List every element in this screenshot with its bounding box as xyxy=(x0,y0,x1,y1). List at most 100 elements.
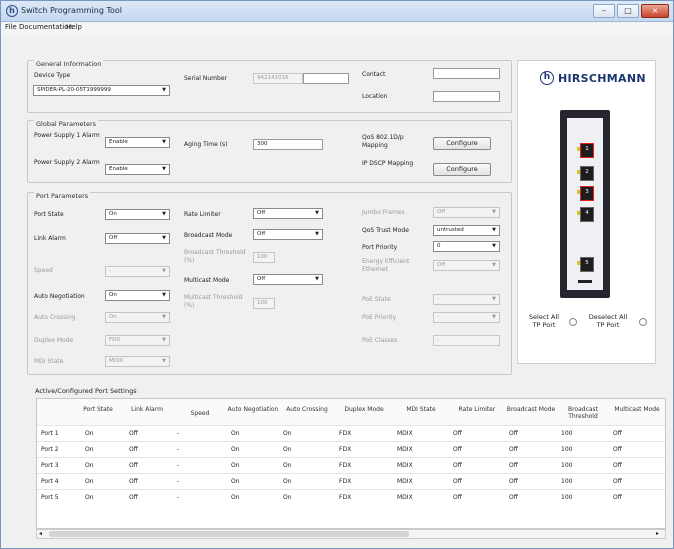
energy-efficient-ethernet-label: Energy Efficient Ethernet xyxy=(362,258,410,273)
table-cell: On xyxy=(85,462,94,469)
power-supply-1-select[interactable]: Enable ▼ xyxy=(105,137,170,148)
scroll-left-icon[interactable]: ◂ xyxy=(39,530,42,537)
contact-field[interactable] xyxy=(433,68,500,79)
table-cell: Off xyxy=(613,462,622,469)
broadcast-mode-select[interactable]: Off ▼ xyxy=(253,229,323,240)
chevron-down-icon: ▼ xyxy=(315,210,319,216)
table-cell: Off xyxy=(509,446,518,453)
led-indicator xyxy=(577,211,580,215)
table-cell: On xyxy=(283,494,292,501)
chevron-down-icon: ▼ xyxy=(162,358,166,364)
port-state-select[interactable]: On ▼ xyxy=(105,209,170,220)
table-cell: FDX xyxy=(339,494,352,501)
serial-number-extra-field[interactable] xyxy=(303,73,349,84)
table-cell: On xyxy=(231,494,240,501)
table-row[interactable]: Port 5 On Off - On On FDX MDIX Off Off 100 Off xyxy=(37,489,665,505)
table-cell: On xyxy=(85,430,94,437)
chevron-down-icon: ▼ xyxy=(315,276,319,282)
horizontal-scrollbar[interactable]: ◂ ▸ xyxy=(36,529,666,539)
device-port-2[interactable]: 2 xyxy=(577,166,594,181)
select-all-radio[interactable] xyxy=(569,318,577,326)
table-cell: On xyxy=(231,446,240,453)
dscp-configure-button[interactable]: Configure xyxy=(433,163,491,176)
row-port-name: Port 4 xyxy=(41,478,59,485)
device-port-5[interactable]: 5 xyxy=(577,257,594,272)
row-port-name: Port 1 xyxy=(41,430,59,437)
table-cell: On xyxy=(283,478,292,485)
multicast-mode-select[interactable]: Off ▼ xyxy=(253,274,323,285)
auto-negotiation-label: Auto Negotiation xyxy=(34,293,85,300)
link-alarm-select[interactable]: Off ▼ xyxy=(105,233,170,244)
table-cell: - xyxy=(177,478,180,485)
table-row[interactable]: Port 4 On Off - On On FDX MDIX Off Off 100 Off xyxy=(37,473,665,489)
chevron-down-icon: ▼ xyxy=(162,268,166,274)
location-field[interactable] xyxy=(433,91,500,102)
qos-configure-button[interactable]: Configure xyxy=(433,137,491,150)
table-row[interactable]: Port 2 On Off - On On FDX MDIX Off Off 100 Off xyxy=(37,441,665,457)
broadcast-mode-label: Broadcast Mode xyxy=(184,232,233,239)
chevron-down-icon: ▼ xyxy=(162,292,166,298)
link-alarm-label: Link Alarm xyxy=(34,235,66,242)
port-state-label: Port State xyxy=(34,211,64,218)
deselect-all-radio[interactable] xyxy=(639,318,647,326)
led-indicator xyxy=(577,147,580,151)
device-type-select[interactable]: SPIDER-PL-20-05T1999999 ▼ xyxy=(33,85,170,96)
group-title: Global Parameters xyxy=(34,120,99,128)
led-indicator xyxy=(577,261,580,265)
table-cell: Off xyxy=(453,462,462,469)
minimize-button[interactable]: – xyxy=(593,4,615,18)
energy-efficient-ethernet-select: Off ▼ xyxy=(433,260,500,271)
port-priority-select[interactable]: 0 ▼ xyxy=(433,241,500,252)
table-cell: On xyxy=(283,462,292,469)
table-cell: 100 xyxy=(561,462,573,469)
table-row[interactable]: Port 3 On Off - On On FDX MDIX Off Off 100 Off xyxy=(37,457,665,473)
device-port-1[interactable]: 1 xyxy=(577,143,594,158)
menu-bar: File Documentation Help xyxy=(1,22,673,35)
device-slot xyxy=(578,280,592,283)
scroll-right-icon[interactable]: ▸ xyxy=(656,530,659,537)
menu-help[interactable]: Help xyxy=(66,23,82,31)
dscp-mapping-label: IP DSCP Mapping xyxy=(362,160,414,167)
table-cell: - xyxy=(177,494,180,501)
duplex-mode-select: FDX ▼ xyxy=(105,335,170,346)
table-cell: Off xyxy=(129,430,138,437)
chevron-down-icon: ▼ xyxy=(162,211,166,217)
table-cell: 100 xyxy=(561,446,573,453)
chevron-down-icon: ▼ xyxy=(162,235,166,241)
qos-trust-mode-label: QoS Trust Mode xyxy=(362,227,409,234)
aging-time-label: Aging Time (s) xyxy=(184,141,228,148)
auto-negotiation-select[interactable]: On ▼ xyxy=(105,290,170,301)
maximize-button[interactable]: □ xyxy=(617,4,639,18)
aging-time-field[interactable]: 300 xyxy=(253,139,323,150)
table-cell: On xyxy=(283,446,292,453)
menu-file[interactable]: File xyxy=(5,23,17,31)
table-cell: 100 xyxy=(561,494,573,501)
mdi-state-label: MDI State xyxy=(34,358,64,365)
menu-documentation[interactable]: Documentation xyxy=(19,23,73,31)
chevron-down-icon: ▼ xyxy=(315,231,319,237)
port-priority-label: Port Priority xyxy=(362,244,398,251)
device-port-4[interactable]: 4 xyxy=(577,207,594,222)
qos-trust-mode-select[interactable]: untrusted ▼ xyxy=(433,225,500,236)
qos-mapping-label: QoS 802.1D/p Mapping xyxy=(362,134,404,149)
rate-limiter-select[interactable]: Off ▼ xyxy=(253,208,323,219)
scroll-thumb[interactable] xyxy=(49,531,409,537)
table-cell: Off xyxy=(453,494,462,501)
device-face: 1 2 3 4 5 xyxy=(567,118,603,290)
device-type-label: Device Type xyxy=(34,72,71,79)
table-cell: FDX xyxy=(339,446,352,453)
group-title: Port Parameters xyxy=(34,192,91,200)
power-supply-2-select[interactable]: Enable ▼ xyxy=(105,164,170,175)
row-port-name: Port 5 xyxy=(41,494,59,501)
table-cell: Off xyxy=(613,494,622,501)
table-cell: Off xyxy=(509,494,518,501)
window-title: Switch Programming Tool xyxy=(21,6,122,15)
table-row[interactable]: Port 1 On Off - On On FDX MDIX Off Off 100 Off xyxy=(37,425,665,441)
device-port-3[interactable]: 3 xyxy=(577,186,594,201)
close-button[interactable]: × xyxy=(641,4,669,18)
chevron-down-icon: ▼ xyxy=(492,296,496,302)
speed-label: Speed xyxy=(34,267,53,274)
table-cell: - xyxy=(177,446,180,453)
auto-crossing-select: On ▼ xyxy=(105,312,170,323)
table-cell: - xyxy=(177,430,180,437)
